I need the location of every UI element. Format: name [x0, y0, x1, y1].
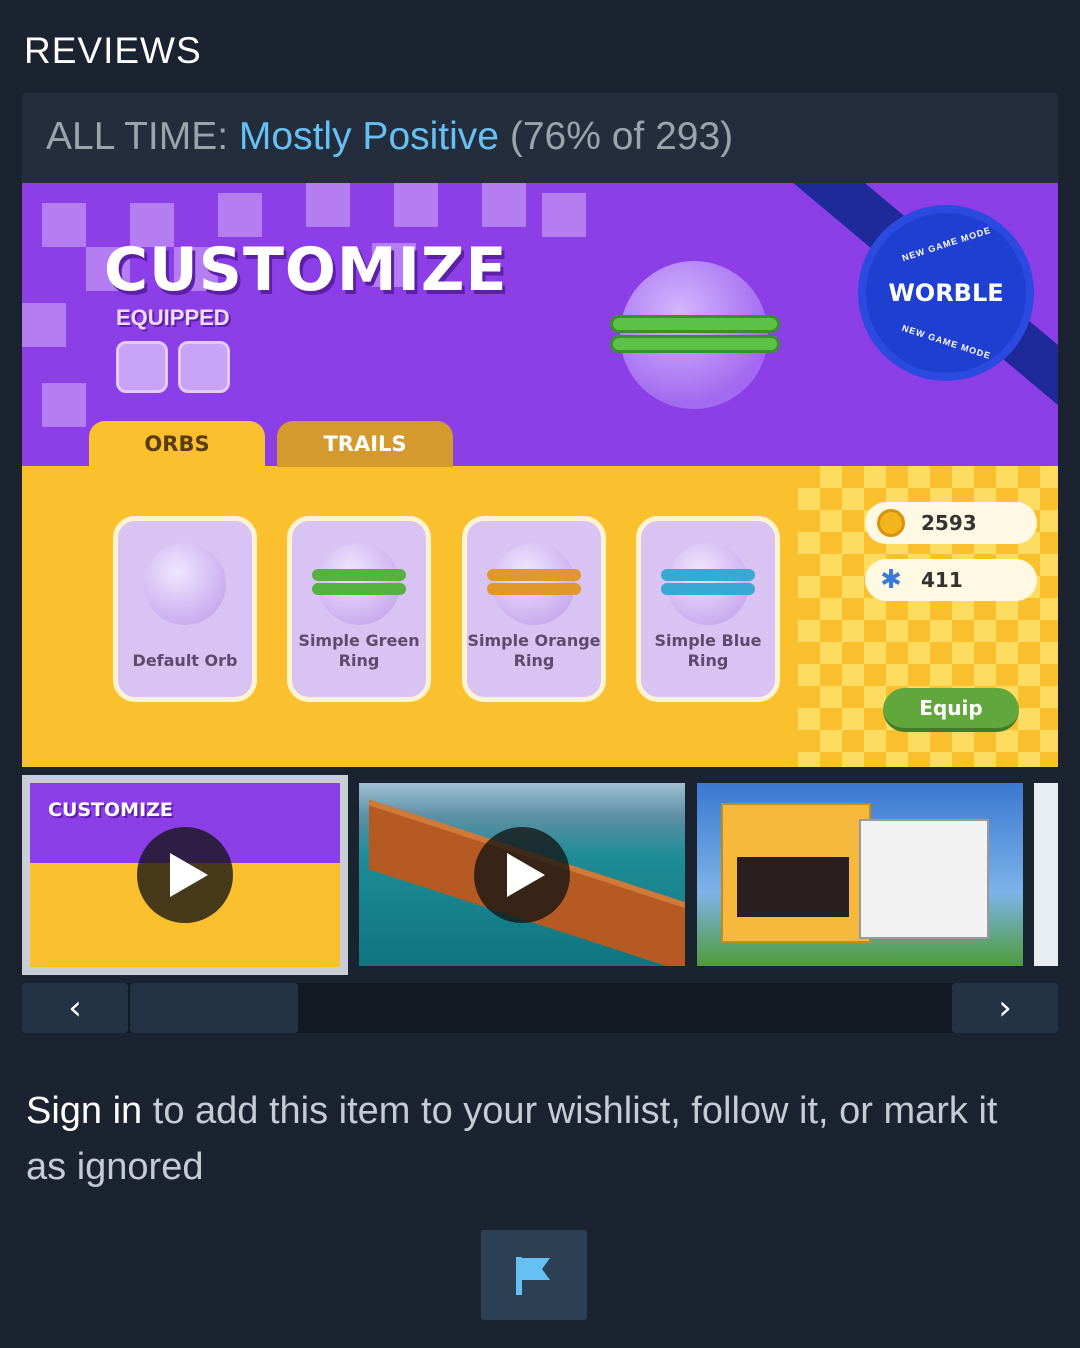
main-screenshot[interactable]: CUSTOMIZE EQUIPPED NEW GAME MODE WORBLE … [22, 183, 1058, 767]
equipped-label: EQUIPPED [116, 305, 230, 330]
orb-card: Simple Orange Ring [462, 516, 606, 702]
thumbnail-strip: CUSTOMIZE [22, 775, 1058, 975]
report-button[interactable] [481, 1230, 587, 1320]
equip-button: Equip [883, 688, 1019, 732]
ring-preview [610, 315, 780, 333]
thumbnail-video-dock[interactable] [359, 783, 685, 966]
ring-shape [312, 569, 406, 581]
gem-count: 411 [921, 568, 963, 592]
thumbnail-image-desktop[interactable] [697, 783, 1023, 966]
badge-arc-bottom: NEW GAME MODE [900, 322, 992, 362]
gem-icon: ✱ [880, 565, 902, 595]
ring-preview [610, 335, 780, 353]
customize-title: CUSTOMIZE [104, 235, 508, 305]
ring-shape [661, 583, 755, 595]
review-count: (76% of 293) [509, 115, 734, 158]
thumbnail-video-customize[interactable]: CUSTOMIZE [22, 775, 348, 975]
scroll-right-button[interactable]: › [952, 983, 1058, 1033]
thumbnail-image-partial[interactable] [1034, 783, 1058, 966]
orb-bubble [144, 543, 226, 625]
review-rating[interactable]: Mostly Positive [239, 115, 499, 158]
chevron-left-icon: ‹ [68, 988, 82, 1028]
orb-card-name: Simple Green Ring [298, 631, 420, 670]
thumbnail-title: CUSTOMIZE [48, 799, 173, 821]
badge-arc-top: NEW GAME MODE [900, 224, 992, 264]
ring-shape [661, 569, 755, 581]
review-label: ALL TIME: [46, 115, 229, 158]
thumbnail-scrollbar[interactable]: ‹ › [22, 983, 1058, 1033]
coin-balance: 2593 [865, 502, 1037, 544]
orb-card-name: Simple Blue Ring [654, 631, 762, 670]
signin-prompt: Sign in to add this item to your wishlis… [26, 1083, 1026, 1195]
equipped-slot [178, 341, 230, 393]
tab-orbs: ORBS [89, 421, 265, 467]
ring-shape [487, 583, 581, 595]
play-icon [137, 827, 233, 923]
signin-link[interactable]: Sign in [26, 1090, 142, 1132]
ring-shape [312, 583, 406, 595]
coin-count: 2593 [921, 511, 977, 535]
equipped-slot [116, 341, 168, 393]
ring-shape [487, 569, 581, 581]
chevron-right-icon: › [998, 988, 1012, 1028]
coin-icon [877, 509, 905, 537]
orb-card: Simple Blue Ring [636, 516, 780, 702]
scroll-thumb[interactable] [130, 983, 298, 1033]
scroll-left-button[interactable]: ‹ [22, 983, 128, 1033]
orb-card-name: Simple Orange Ring [467, 631, 601, 670]
orb-card: Simple Green Ring [287, 516, 431, 702]
gem-balance: ✱ 411 [865, 559, 1037, 601]
tab-trails: TRAILS [277, 421, 453, 467]
review-summary: ALL TIME: Mostly Positive (76% of 293) [22, 93, 1058, 183]
play-icon [474, 827, 570, 923]
signin-text: to add this item to your wishlist, follo… [26, 1090, 998, 1188]
section-title: REVIEWS [24, 30, 202, 71]
worble-badge: NEW GAME MODE WORBLE NEW GAME MODE [866, 213, 1026, 373]
badge-name: WORBLE [888, 279, 1004, 307]
orb-card-name: Default Orb [132, 651, 238, 670]
flag-icon [516, 1257, 550, 1295]
orb-card: Default Orb [113, 516, 257, 702]
